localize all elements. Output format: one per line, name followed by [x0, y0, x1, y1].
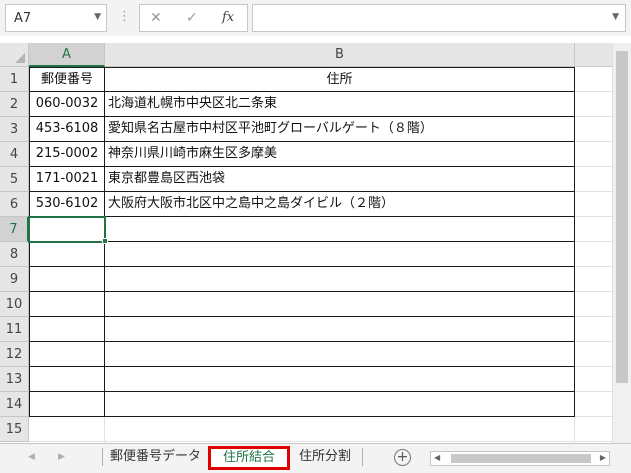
- cell-postal-code[interactable]: [29, 342, 105, 367]
- scroll-left-icon[interactable]: ◀: [434, 453, 440, 462]
- cell-empty[interactable]: [575, 242, 615, 267]
- cell-postal-code[interactable]: [29, 367, 105, 392]
- row-header[interactable]: 3: [0, 117, 29, 142]
- expand-formula-icon[interactable]: ▼: [612, 12, 619, 22]
- row-header[interactable]: 15: [0, 417, 29, 442]
- column-header-a[interactable]: A: [29, 43, 105, 67]
- cell-address[interactable]: 大阪府大阪市北区中之島中之島ダイビル（２階）: [105, 192, 575, 217]
- cell-address[interactable]: [105, 217, 575, 242]
- cell-empty[interactable]: [575, 317, 615, 342]
- cell-address[interactable]: [105, 292, 575, 317]
- cell-empty[interactable]: [575, 92, 615, 117]
- formula-bar-area: A7 ▼ ⋮ ✕ ✓ fx ▼: [0, 0, 631, 36]
- cell-address[interactable]: 北海道札幌市中央区北二条東: [105, 92, 575, 117]
- cell-postal-code[interactable]: 453-6108: [29, 117, 105, 142]
- tab-divider: [102, 448, 103, 466]
- row-header[interactable]: 11: [0, 317, 29, 342]
- formula-buttons: ✕ ✓ fx: [139, 4, 248, 32]
- cell-address[interactable]: 神奈川県川崎市麻生区多摩美: [105, 142, 575, 167]
- sheet-tab-address-join[interactable]: 住所結合: [208, 446, 290, 470]
- fill-handle[interactable]: [102, 238, 108, 244]
- column-header-b[interactable]: B: [105, 43, 575, 67]
- scroll-right-icon[interactable]: ▶: [600, 453, 606, 462]
- header-cell-postal-code[interactable]: 郵便番号: [29, 67, 105, 92]
- chevron-down-icon[interactable]: ▼: [94, 12, 101, 22]
- row-header[interactable]: 1: [0, 67, 29, 92]
- cell-empty[interactable]: [575, 342, 615, 367]
- sheet-tab-address-split[interactable]: 住所分割: [292, 446, 358, 470]
- cell-empty[interactable]: [575, 67, 615, 92]
- scroll-thumb[interactable]: [451, 454, 591, 463]
- column-header-c[interactable]: [575, 43, 615, 67]
- cell-empty[interactable]: [575, 192, 615, 217]
- cell-address[interactable]: [105, 367, 575, 392]
- name-box[interactable]: A7 ▼: [5, 4, 107, 32]
- cell-address[interactable]: [105, 242, 575, 267]
- cell-empty[interactable]: [575, 117, 615, 142]
- formula-input[interactable]: ▼: [252, 4, 626, 32]
- scroll-thumb[interactable]: [616, 51, 628, 383]
- cell-empty[interactable]: [575, 292, 615, 317]
- select-all-button[interactable]: [0, 43, 29, 67]
- vertical-scrollbar[interactable]: [612, 43, 631, 443]
- cell-address[interactable]: [105, 317, 575, 342]
- cell-address[interactable]: [105, 392, 575, 417]
- cell-empty[interactable]: [575, 392, 615, 417]
- insert-function-icon[interactable]: fx: [222, 10, 234, 25]
- row-header[interactable]: 12: [0, 342, 29, 367]
- drag-handle-icon[interactable]: ⋮: [118, 9, 131, 25]
- row-header[interactable]: 2: [0, 92, 29, 117]
- cell-address[interactable]: [105, 342, 575, 367]
- row-header[interactable]: 4: [0, 142, 29, 167]
- row-header[interactable]: 14: [0, 392, 29, 417]
- enter-icon[interactable]: ✓: [186, 10, 198, 26]
- row-header[interactable]: 8: [0, 242, 29, 267]
- row-header[interactable]: 5: [0, 167, 29, 192]
- cell-postal-code[interactable]: [29, 242, 105, 267]
- previous-sheet-icon[interactable]: ◀: [28, 452, 35, 462]
- horizontal-scrollbar[interactable]: ◀ ▶: [430, 451, 610, 466]
- worksheet-grid[interactable]: A B 1 郵便番号 住所 2 060-0032 北海道札幌市中央区北二条東 3 453-61…: [0, 43, 631, 443]
- cell-postal-code[interactable]: 530-6102: [29, 192, 105, 217]
- header-cell-address[interactable]: 住所: [105, 67, 575, 92]
- cell-postal-code[interactable]: [29, 267, 105, 292]
- row-header[interactable]: 13: [0, 367, 29, 392]
- row-header[interactable]: 10: [0, 292, 29, 317]
- active-cell-outline[interactable]: [28, 216, 106, 243]
- cancel-icon[interactable]: ✕: [150, 10, 162, 26]
- cell-empty[interactable]: [575, 167, 615, 192]
- name-box-value: A7: [14, 11, 32, 26]
- cell-postal-code[interactable]: 060-0032: [29, 92, 105, 117]
- cell-postal-code[interactable]: [29, 417, 105, 442]
- cell-address[interactable]: 東京都豊島区西池袋: [105, 167, 575, 192]
- cell-address[interactable]: 愛知県名古屋市中村区平池町グローバルゲート（８階）: [105, 117, 575, 142]
- row-header[interactable]: 9: [0, 267, 29, 292]
- tab-divider: [362, 448, 363, 466]
- sheet-tab-bar: ◀ ▶ 郵便番号データ 住所結合 住所分割 + ◀ ▶: [0, 443, 631, 473]
- cell-address[interactable]: [105, 417, 575, 442]
- row-header[interactable]: 7: [0, 217, 29, 242]
- sheet-tab-postal-data[interactable]: 郵便番号データ: [108, 446, 203, 470]
- cell-postal-code[interactable]: 171-0021: [29, 167, 105, 192]
- cell-empty[interactable]: [575, 217, 615, 242]
- cell-empty[interactable]: [575, 417, 615, 442]
- cell-postal-code[interactable]: [29, 317, 105, 342]
- cell-empty[interactable]: [575, 267, 615, 292]
- cell-empty[interactable]: [575, 367, 615, 392]
- cell-address[interactable]: [105, 267, 575, 292]
- next-sheet-icon[interactable]: ▶: [58, 452, 65, 462]
- cell-empty[interactable]: [575, 142, 615, 167]
- cell-postal-code[interactable]: [29, 292, 105, 317]
- row-header[interactable]: 6: [0, 192, 29, 217]
- add-sheet-icon[interactable]: +: [394, 449, 411, 466]
- cell-postal-code[interactable]: [29, 392, 105, 417]
- cell-postal-code[interactable]: 215-0002: [29, 142, 105, 167]
